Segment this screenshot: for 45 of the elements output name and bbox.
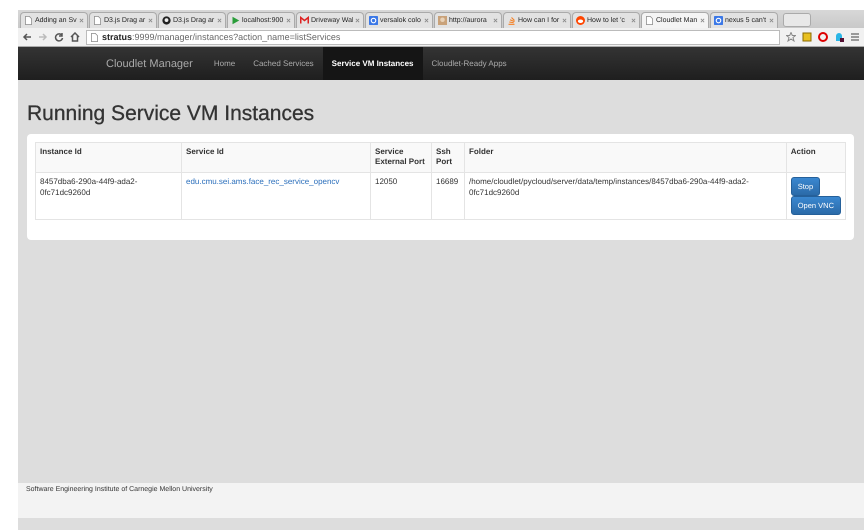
nav-link[interactable]: Home: [204, 47, 244, 80]
column-header: Folder: [464, 142, 786, 172]
nav-link[interactable]: Service VM Instances: [322, 47, 422, 80]
page-title: Running Service VM Instances: [27, 102, 316, 126]
play-icon: [231, 16, 240, 25]
page-icon: [645, 16, 654, 25]
mail-icon: [300, 16, 309, 25]
brand-title[interactable]: Cloudlet Manager: [106, 58, 193, 70]
close-icon[interactable]: [769, 18, 774, 23]
close-icon[interactable]: [631, 18, 636, 23]
close-icon[interactable]: [286, 18, 291, 23]
home-icon[interactable]: [70, 32, 80, 42]
column-header: Service External Port: [370, 142, 432, 172]
column-header: Instance Id: [36, 142, 182, 172]
avatar-icon: [438, 16, 447, 25]
table-cell: 16689: [432, 172, 464, 220]
column-header: Action: [786, 142, 846, 172]
address-bar[interactable]: stratus:9999/manager/instances?action_name=listServices: [86, 30, 780, 44]
opera-icon[interactable]: [818, 32, 828, 42]
close-icon[interactable]: [700, 18, 705, 23]
column-header: Ssh Port: [432, 142, 464, 172]
menu-icon[interactable]: [850, 32, 860, 42]
close-icon[interactable]: [562, 18, 567, 23]
new-tab-button[interactable]: [783, 13, 811, 27]
close-icon[interactable]: [424, 18, 429, 23]
page-icon: [93, 16, 102, 25]
nav-link[interactable]: Cached Services: [244, 47, 323, 80]
service-link[interactable]: edu.cmu.sei.ams.face_rec_service_opencv: [186, 176, 340, 186]
close-icon[interactable]: [148, 18, 153, 23]
table-cell: 12050: [370, 172, 432, 220]
reload-icon[interactable]: [54, 32, 64, 42]
page-icon: [24, 16, 33, 25]
nav-link[interactable]: Cloudlet-Ready Apps: [422, 47, 516, 80]
stack-icon: [507, 16, 516, 25]
close-icon[interactable]: [355, 18, 360, 23]
forward-icon[interactable]: [38, 32, 48, 42]
back-icon[interactable]: [22, 32, 32, 42]
extension-icon[interactable]: [802, 32, 812, 42]
column-header: Service Id: [182, 142, 370, 172]
close-icon[interactable]: [493, 18, 498, 23]
table-cell: 8457dba6-290a-44f9-ada2-0fc71dc9260d: [36, 172, 182, 220]
table-cell: /home/cloudlet/pycloud/server/data/temp/instances/8457dba6-290a-44f9-ada2-0fc71dc9260d: [464, 172, 786, 220]
close-icon[interactable]: [79, 18, 84, 23]
star-icon[interactable]: [786, 32, 796, 42]
close-icon[interactable]: [217, 18, 222, 23]
